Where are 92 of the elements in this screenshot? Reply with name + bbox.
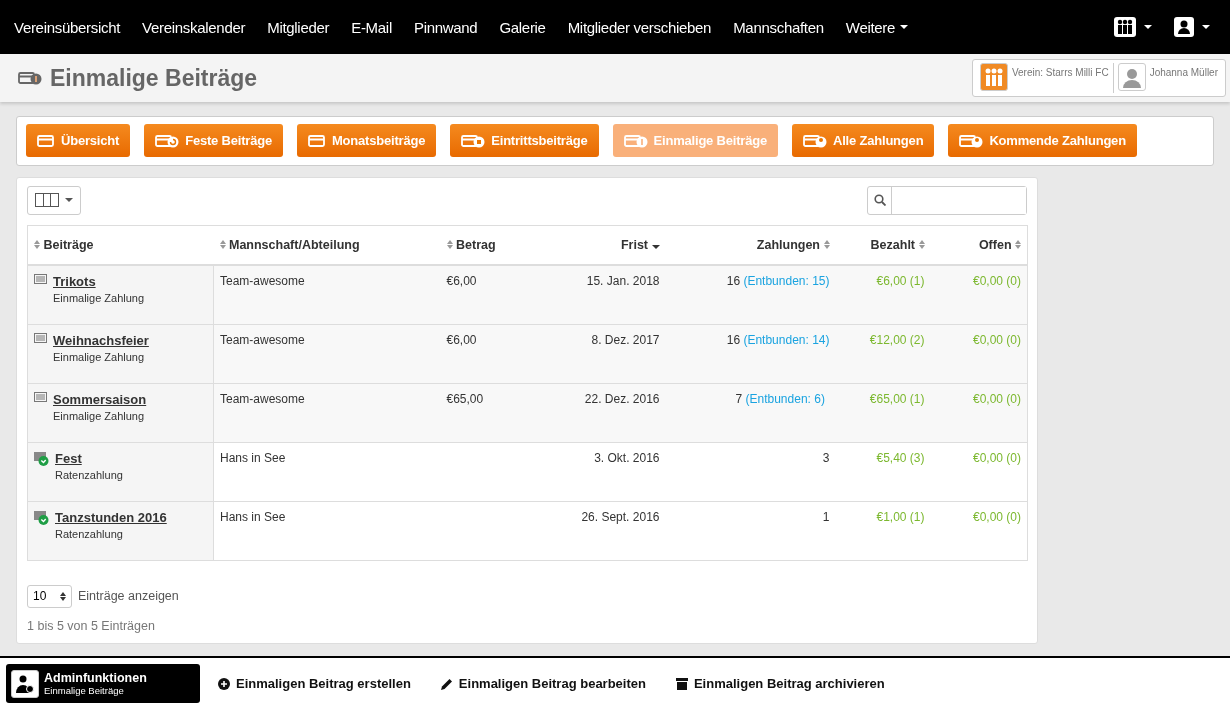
admin-title: Adminfunktionen	[44, 671, 147, 685]
contribution-link[interactable]: Weihnachsfeier	[53, 332, 149, 348]
contribution-link[interactable]: Sommersaison	[53, 391, 147, 407]
payment-type: Ratenzahlung	[55, 527, 124, 540]
calendar-check-icon	[34, 509, 49, 525]
table-cell: €6,00 (1)	[835, 265, 931, 325]
table-cell: €65,00	[440, 383, 556, 443]
list-icon	[34, 274, 47, 285]
sort-icon	[918, 240, 925, 250]
sort-icon	[219, 240, 226, 250]
admin-action[interactable]: Einmaligen Beitrag bearbeiten	[440, 676, 646, 691]
table-cell: Team-awesome	[213, 265, 441, 325]
nav-link[interactable]: Vereinskalender	[142, 18, 246, 36]
nav-link[interactable]: E-Mail	[351, 18, 392, 36]
payment-count: 16	[726, 274, 741, 289]
columns-icon	[35, 193, 59, 208]
table-cell: Team-awesome	[213, 383, 441, 443]
archive-icon	[675, 677, 688, 690]
card-number-icon	[18, 71, 42, 85]
admin-action[interactable]: Einmaligen Beitrag archivieren	[675, 676, 885, 691]
table-cell: Hans in See	[213, 442, 441, 502]
table-cell: €0,00 (0)	[930, 383, 1028, 443]
payment-type: Einmalige Zahlung	[53, 292, 145, 305]
table-cell: 26. Sept. 2016	[555, 501, 666, 561]
admin-user-icon	[11, 669, 39, 698]
search-field[interactable]	[867, 185, 1027, 215]
table-cell: 3. Okt. 2016	[555, 442, 666, 502]
user-name: Johanna Müller	[1149, 66, 1218, 80]
released-count: (Entbunden: 15)	[743, 274, 830, 289]
nav-link[interactable]: Vereinsübersicht	[14, 18, 121, 36]
payment-count: 3	[822, 450, 830, 465]
table-cell: 8. Dez. 2017	[555, 324, 666, 384]
nav-link[interactable]: Galerie	[499, 18, 546, 36]
nav-link[interactable]: Mitglieder	[267, 18, 330, 36]
nav-link[interactable]: Weitere	[845, 18, 909, 36]
payment-count: 1	[822, 509, 830, 524]
page-size-label: Einträge anzeigen	[78, 589, 179, 604]
page-size-select[interactable]: 10	[27, 584, 72, 608]
table-cell: €6,00	[440, 265, 556, 325]
sort-desc-icon	[651, 245, 660, 250]
table-cell: €1,00 (1)	[835, 501, 931, 561]
table-cell: €0,00 (0)	[930, 265, 1028, 325]
list-icon	[34, 332, 47, 343]
columns-button[interactable]	[27, 185, 81, 215]
payment-count: 7	[735, 391, 743, 406]
released-count: (Entbunden: 6)	[745, 391, 826, 406]
payment-type: Einmalige Zahlung	[53, 409, 146, 422]
nav-link[interactable]: Mannschaften	[733, 18, 824, 36]
list-icon	[34, 391, 47, 402]
search-icon	[873, 194, 886, 207]
payment-type: Ratenzahlung	[55, 468, 123, 481]
table-info: 1 bis 5 von 5 Einträgen	[27, 618, 156, 633]
table-cell: Hans in See	[213, 501, 441, 561]
table-cell: €12,00 (2)	[835, 324, 931, 384]
sort-icon	[60, 591, 66, 601]
table-cell: €0,00 (0)	[930, 442, 1028, 502]
user-avatar	[1117, 63, 1146, 91]
card-icon	[37, 133, 55, 148]
sort-icon	[34, 240, 40, 250]
card-number-icon	[623, 133, 648, 148]
released-count: (Entbunden: 14)	[743, 332, 830, 347]
nav-link[interactable]: Mitglieder verschieben	[567, 18, 712, 36]
card-badge-icon	[461, 133, 486, 148]
card-person-icon	[803, 133, 827, 148]
payment-count: 16	[726, 332, 741, 347]
plus-circle-icon	[218, 677, 230, 690]
table-cell: 15. Jan. 2018	[555, 265, 666, 325]
calendar-check-icon	[34, 450, 49, 466]
card-icon	[307, 133, 326, 148]
sort-icon	[823, 240, 830, 250]
card-refresh-icon	[155, 133, 180, 148]
table-cell: €65,00 (1)	[835, 383, 931, 443]
table-cell: 22. Dez. 2016	[555, 383, 666, 443]
table-cell: €5,40 (3)	[835, 442, 931, 502]
nav-link[interactable]: Pinnwand	[413, 18, 478, 36]
contribution-link[interactable]: Fest	[55, 450, 82, 466]
payment-type: Einmalige Zahlung	[53, 350, 146, 363]
admin-subtitle: Einmalige Beiträge	[44, 685, 125, 696]
table-cell: €6,00	[440, 324, 556, 384]
club-name: Verein: Starrs Milli FC	[1011, 66, 1109, 80]
contribution-link[interactable]: Trikots	[53, 274, 96, 290]
page-title: Einmalige Beiträge	[50, 64, 258, 92]
table-cell: Team-awesome	[213, 324, 441, 384]
card-person-icon	[959, 133, 984, 148]
admin-action[interactable]: Einmaligen Beitrag erstellen	[218, 676, 411, 691]
table-cell: €0,00 (0)	[930, 324, 1028, 384]
club-logo	[979, 63, 1008, 91]
sort-icon	[446, 240, 453, 250]
pencil-icon	[440, 677, 453, 690]
sort-icon	[1015, 240, 1021, 250]
table-cell: €0,00 (0)	[930, 501, 1028, 561]
contribution-link[interactable]: Tanzstunden 2016	[55, 509, 167, 525]
